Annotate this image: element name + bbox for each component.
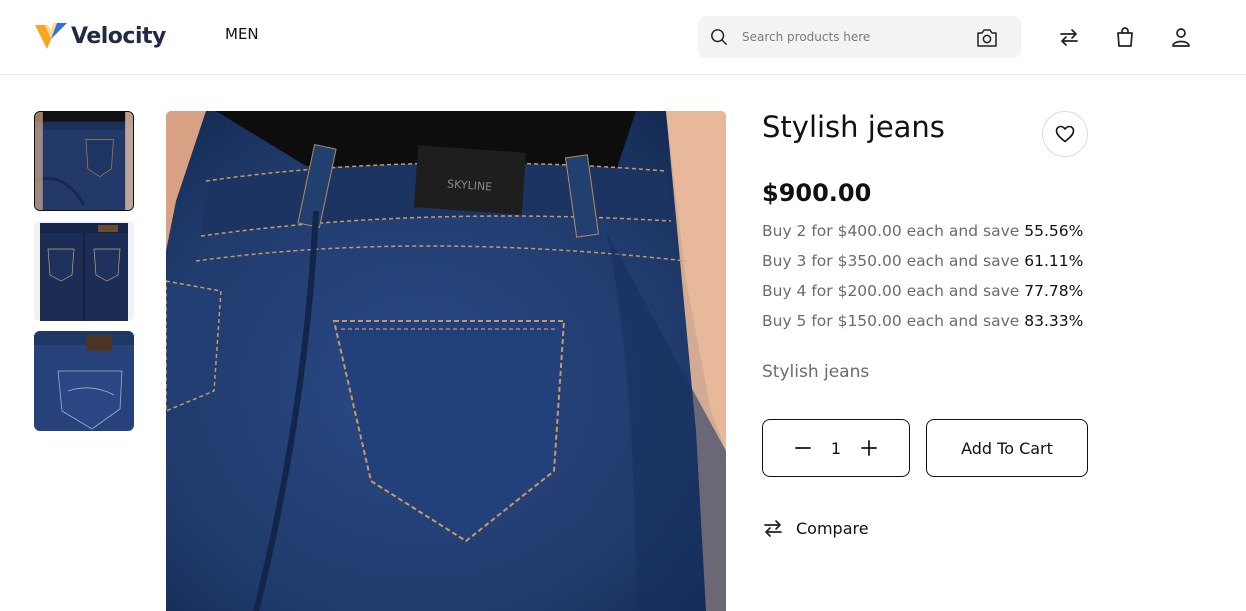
tier-text: Buy 2 for $400.00 each and save: [762, 222, 1020, 240]
tier-price-row: Buy 2 for $400.00 each and save 55.56%: [762, 222, 1083, 240]
site-header: Velocity MEN: [0, 0, 1246, 75]
search-input[interactable]: [742, 26, 962, 48]
tier-text: Buy 5 for $150.00 each and save: [762, 312, 1020, 330]
nav-men-link[interactable]: MEN: [225, 25, 259, 43]
increase-quantity-button[interactable]: [861, 440, 877, 456]
tier-price-row: Buy 5 for $150.00 each and save 83.33%: [762, 312, 1083, 330]
shopping-bag-icon[interactable]: [1114, 26, 1136, 48]
tier-text: Buy 3 for $350.00 each and save: [762, 252, 1020, 270]
quantity-stepper: 1: [762, 419, 910, 477]
quantity-value[interactable]: 1: [831, 439, 841, 458]
wishlist-button[interactable]: [1042, 111, 1088, 157]
logo-mark-icon: [35, 23, 67, 49]
jeans-pockets-thumbnail-image: [34, 221, 134, 321]
compare-arrows-icon[interactable]: [1058, 26, 1080, 48]
tier-savings: 77.78%: [1024, 282, 1084, 300]
minus-icon: [795, 447, 811, 449]
thumbnail-1[interactable]: [34, 111, 134, 211]
compare-arrows-icon: [764, 520, 782, 537]
decrease-quantity-button[interactable]: [795, 440, 811, 456]
search-bar: [698, 16, 1021, 58]
tier-price-row: Buy 4 for $200.00 each and save 77.78%: [762, 282, 1083, 300]
camera-icon[interactable]: [976, 28, 998, 48]
tier-savings: 55.56%: [1024, 222, 1084, 240]
product-title: Stylish jeans: [762, 110, 945, 144]
main-product-image: SKYLINE: [166, 111, 726, 611]
tier-text: Buy 4 for $200.00 each and save: [762, 282, 1020, 300]
heart-icon: [1055, 125, 1075, 143]
compare-link[interactable]: Compare: [762, 517, 869, 539]
tier-savings: 83.33%: [1024, 312, 1084, 330]
add-to-cart-button[interactable]: Add To Cart: [926, 419, 1088, 477]
user-icon[interactable]: [1170, 26, 1192, 48]
tier-price-row: Buy 3 for $350.00 each and save 61.11%: [762, 252, 1083, 270]
product-price: $900.00: [762, 179, 872, 207]
plus-icon: [861, 440, 877, 456]
product-description: Stylish jeans: [762, 362, 870, 382]
jeans-back-thumbnail-image: [35, 112, 133, 210]
tier-savings: 61.11%: [1024, 252, 1084, 270]
brand-name: Velocity: [71, 23, 166, 49]
jeans-back-image: SKYLINE: [166, 111, 726, 611]
jeans-pocket-closeup-thumbnail-image: [34, 331, 134, 431]
brand-logo[interactable]: Velocity: [35, 21, 166, 51]
compare-label: Compare: [796, 518, 869, 538]
thumbnail-2[interactable]: [34, 221, 134, 321]
search-icon[interactable]: [710, 28, 728, 46]
thumbnail-3[interactable]: [34, 331, 134, 431]
